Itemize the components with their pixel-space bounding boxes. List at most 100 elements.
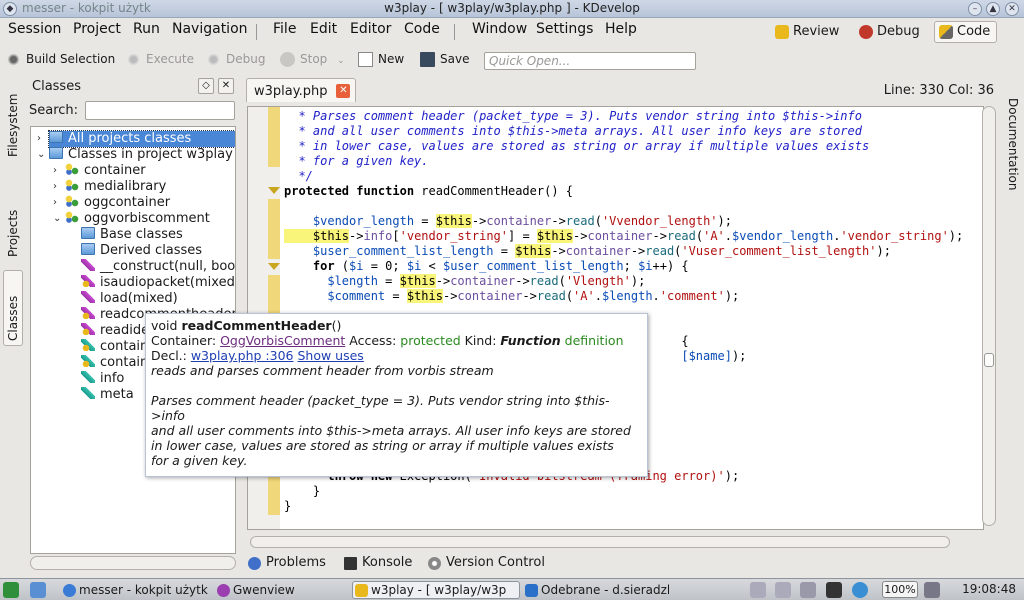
perspective-debug[interactable]: Debug [854, 21, 927, 43]
tree-item[interactable]: info [81, 371, 124, 387]
app-launcher-icon[interactable] [3, 582, 19, 598]
menu-settings[interactable]: Settings [536, 21, 593, 37]
code-line[interactable]: $this->info['vendor_string'] = $this->co… [284, 229, 963, 244]
menu-edit[interactable]: Edit [310, 21, 337, 37]
code-token: } [284, 499, 292, 513]
tray-icon[interactable] [775, 582, 791, 598]
task-mail[interactable]: Odebrane - d.sieradzl [522, 581, 670, 599]
close-tab-icon[interactable]: ✕ [336, 84, 351, 98]
panel-float-button[interactable]: ◇ [198, 78, 214, 94]
task-gwenview[interactable]: Gwenview [214, 581, 350, 599]
menu-editor[interactable]: Editor [350, 21, 391, 37]
clock[interactable]: 19:08:48 [962, 582, 1016, 596]
code-line[interactable]: } [284, 484, 963, 499]
tab-problems[interactable]: Problems [248, 555, 326, 570]
code-line[interactable]: $vendor_length = $this->container->read(… [284, 214, 963, 229]
fn2-icon [81, 307, 95, 319]
expand-arrow-icon[interactable]: ⌄ [53, 211, 61, 227]
tree-item[interactable]: › medialibrary [53, 179, 166, 195]
file-tab[interactable]: w3play.php ✕ [246, 78, 357, 102]
perspective-code[interactable]: Code [934, 21, 998, 43]
code-line[interactable]: $length = $this->container->read('Vlengt… [284, 274, 963, 289]
collapse-arrow-icon[interactable]: › [53, 179, 57, 195]
menu-run[interactable]: Run [133, 21, 160, 37]
tree-item[interactable]: ⌄ oggvorbiscomment [53, 211, 210, 227]
code-line[interactable]: $comment = $this->container->read('A'.$l… [284, 289, 963, 304]
code-line[interactable]: protected function readCommentHeader() { [284, 184, 963, 199]
collapse-arrow-icon[interactable]: › [53, 163, 57, 179]
fold-marker-icon[interactable] [268, 263, 280, 270]
tab-filesystem[interactable]: Filesystem [3, 82, 23, 162]
battery-indicator[interactable]: 100% [882, 581, 918, 598]
code-line[interactable]: for ($i = 0; $i < $user_comment_list_len… [284, 259, 963, 274]
network-icon[interactable] [924, 582, 940, 598]
menu-help[interactable]: Help [605, 21, 637, 37]
tree-item[interactable]: › container [53, 163, 146, 179]
menu-project[interactable]: Project [73, 21, 121, 37]
menu-code[interactable]: Code [404, 21, 440, 37]
show-uses-link[interactable]: Show uses [297, 348, 363, 363]
info-icon [248, 557, 261, 570]
close-icon[interactable]: ✕ [1005, 2, 1019, 16]
code-line[interactable]: * for a given key. [284, 154, 963, 169]
tooltip-container-link[interactable]: OggVorbisComment [220, 333, 345, 348]
code-line[interactable]: * in lower case, values are stored as st… [284, 139, 963, 154]
tab-documentation[interactable]: Documentation [1006, 98, 1020, 191]
expand-arrow-icon[interactable]: ⌄ [37, 147, 45, 163]
menu-window[interactable]: Window [472, 21, 527, 37]
task-kdevelop[interactable]: w3play - [ w3play/w3p [352, 581, 520, 599]
editor-horizontal-scrollbar[interactable] [250, 536, 950, 548]
code-line[interactable] [284, 199, 963, 214]
show-desktop-icon[interactable] [30, 582, 46, 598]
tree-item[interactable]: Derived classes [81, 243, 202, 259]
tab-classes[interactable]: Classes [3, 270, 23, 346]
tray-icon[interactable] [750, 582, 766, 598]
tray-icon[interactable] [826, 582, 842, 598]
minimize-icon[interactable]: – [968, 2, 982, 16]
tree-horizontal-scrollbar[interactable] [30, 556, 236, 570]
build-selection-button[interactable]: Build Selection [6, 52, 115, 67]
save-button[interactable]: Save [420, 52, 469, 67]
code-line[interactable]: } [284, 499, 963, 514]
tree-item[interactable]: isaudiopacket(mixed) [81, 275, 235, 291]
collapse-arrow-icon[interactable]: › [37, 131, 41, 147]
panel-close-button[interactable]: ✕ [218, 78, 234, 94]
tooltip-decl-link[interactable]: w3play.php :306 [191, 348, 294, 363]
menu-session[interactable]: Session [8, 21, 61, 37]
new-button[interactable]: New [358, 52, 404, 67]
collapse-arrow-icon[interactable]: › [53, 195, 57, 211]
code-line[interactable]: * and all user comments into $this->meta… [284, 124, 963, 139]
perspective-review[interactable]: Review [770, 21, 846, 43]
tree-item[interactable]: __construct(null, bool) [81, 259, 235, 275]
tree-item[interactable]: › All projects classes [37, 130, 235, 148]
tree-item[interactable]: › oggcontainer [53, 195, 170, 211]
tab-projects[interactable]: Projects [3, 182, 23, 262]
tab-version-control[interactable]: Version Control [428, 555, 545, 570]
tab-problems-label: Problems [266, 555, 326, 570]
tree-item[interactable]: ⌄ Classes in project w3play [37, 147, 233, 163]
execute-button[interactable]: Execute [126, 52, 194, 67]
menu-file[interactable]: File [273, 21, 296, 37]
editor-vertical-scrollbar[interactable] [982, 106, 996, 526]
menu-navigation[interactable]: Navigation [172, 21, 248, 37]
search-input[interactable] [85, 101, 235, 120]
code-line[interactable]: * Parses comment header (packet_type = 3… [284, 109, 963, 124]
maximize-icon[interactable]: ▲ [986, 2, 1000, 16]
window-title-bar[interactable]: ◆ messer - kokpit użytk w3play - [ w3pla… [0, 0, 1024, 18]
tray-icon[interactable] [852, 582, 868, 598]
stop-button[interactable]: Stop ⌄ [280, 52, 345, 67]
tree-item[interactable]: load(mixed) [81, 291, 178, 307]
fold-marker-icon[interactable] [268, 187, 280, 194]
task-browser[interactable]: messer - kokpit użytk [60, 581, 212, 599]
tree-item[interactable]: meta [81, 387, 134, 403]
code-token: $this [515, 244, 552, 258]
quick-open-input[interactable]: Quick Open... [484, 52, 696, 70]
code-line[interactable]: $user_comment_list_length = $this->conta… [284, 244, 963, 259]
code-line[interactable]: */ [284, 169, 963, 184]
tree-item[interactable]: Base classes [81, 227, 183, 243]
volume-icon[interactable] [800, 582, 816, 598]
scrollbar-thumb[interactable] [984, 353, 994, 367]
debug-button[interactable]: Debug [206, 52, 265, 67]
tab-konsole[interactable]: Konsole [344, 555, 412, 570]
chevron-down-icon[interactable]: ⌄ [337, 56, 345, 66]
